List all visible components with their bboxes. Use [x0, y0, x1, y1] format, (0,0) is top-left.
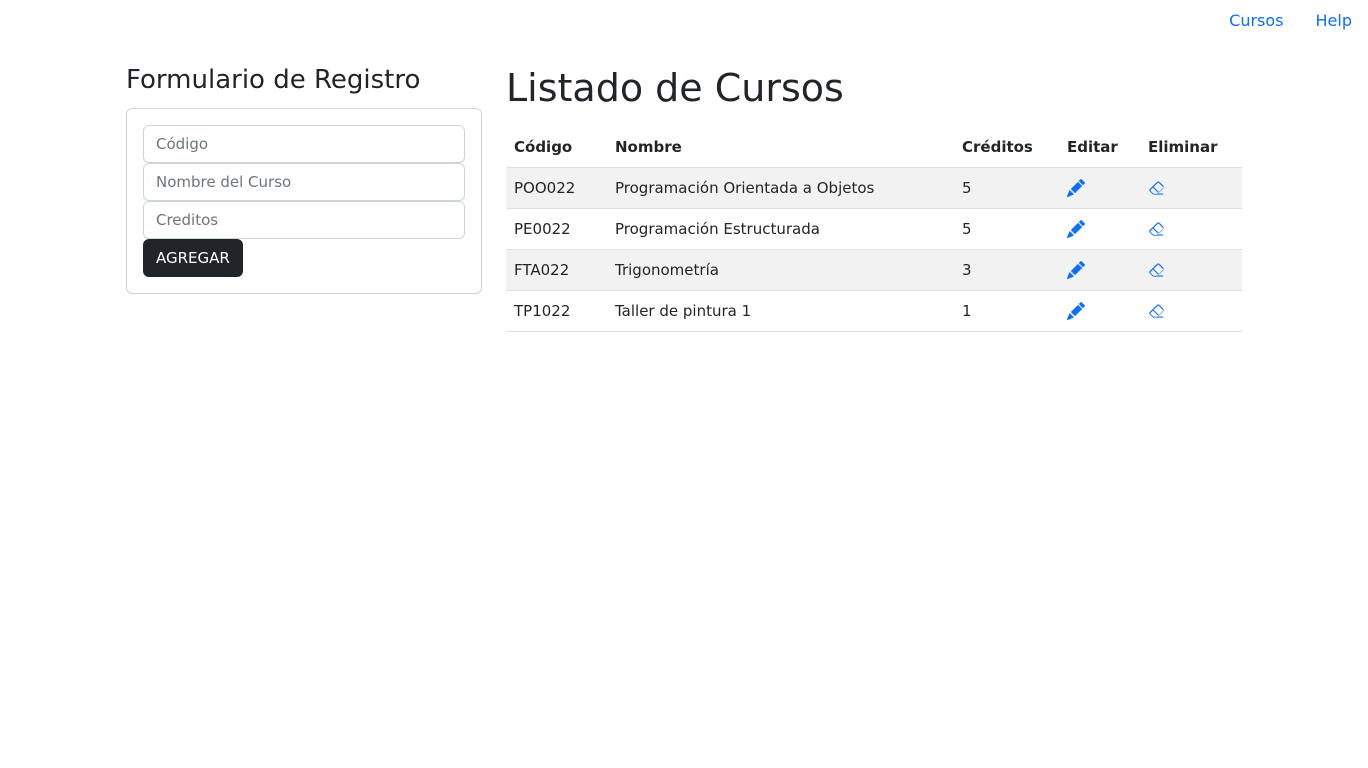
cell-creditos: 5	[954, 167, 1059, 209]
creditos-input[interactable]	[143, 201, 465, 239]
courses-list-section: Listado de Cursos Código Nombre Créditos…	[506, 62, 1242, 332]
cell-nombre: Taller de pintura 1	[607, 290, 954, 332]
pencil-icon[interactable]	[1067, 179, 1085, 198]
form-title: Formulario de Registro	[126, 65, 421, 95]
cell-codigo: TP1022	[506, 290, 607, 332]
header-editar: Editar	[1059, 127, 1140, 168]
nombre-curso-input[interactable]	[143, 163, 465, 201]
cell-editar	[1059, 290, 1140, 332]
codigo-input[interactable]	[143, 125, 465, 163]
list-title: Listado de Cursos	[506, 66, 844, 110]
cell-nombre: Programación Estructurada	[607, 208, 954, 250]
cell-codigo: PE0022	[506, 208, 607, 250]
header-codigo: Código	[506, 127, 607, 168]
form-card: AGREGAR	[126, 108, 482, 294]
cell-editar	[1059, 249, 1140, 291]
eraser-icon[interactable]	[1148, 179, 1166, 197]
eraser-icon[interactable]	[1148, 302, 1166, 320]
top-nav: Cursos Help	[1213, 0, 1368, 40]
eraser-icon[interactable]	[1148, 220, 1166, 238]
header-creditos: Créditos	[954, 127, 1059, 168]
courses-table: Código Nombre Créditos Editar Eliminar P…	[506, 127, 1242, 332]
cell-eliminar	[1140, 208, 1242, 250]
table-row: PE0022 Programación Estructurada 5	[506, 208, 1242, 250]
cell-eliminar	[1140, 249, 1242, 291]
pencil-icon[interactable]	[1067, 261, 1085, 280]
table-row: POO022 Programación Orientada a Objetos …	[506, 167, 1242, 209]
table-header-row: Código Nombre Créditos Editar Eliminar	[506, 127, 1242, 168]
cell-codigo: POO022	[506, 167, 607, 209]
table-row: TP1022 Taller de pintura 1 1	[506, 290, 1242, 332]
cell-editar	[1059, 167, 1140, 209]
cell-creditos: 1	[954, 290, 1059, 332]
cell-nombre: Trigonometría	[607, 249, 954, 291]
cell-nombre: Programación Orientada a Objetos	[607, 167, 954, 209]
agregar-button[interactable]: AGREGAR	[143, 239, 243, 277]
cell-eliminar	[1140, 290, 1242, 332]
cell-editar	[1059, 208, 1140, 250]
header-eliminar: Eliminar	[1140, 127, 1242, 168]
table-row: FTA022 Trigonometría 3	[506, 249, 1242, 291]
nav-link-cursos[interactable]: Cursos	[1229, 11, 1283, 30]
cell-codigo: FTA022	[506, 249, 607, 291]
cell-creditos: 5	[954, 208, 1059, 250]
pencil-icon[interactable]	[1067, 302, 1085, 321]
pencil-icon[interactable]	[1067, 220, 1085, 239]
cell-eliminar	[1140, 167, 1242, 209]
eraser-icon[interactable]	[1148, 261, 1166, 279]
registration-form-section: Formulario de Registro AGREGAR	[126, 62, 482, 294]
header-nombre: Nombre	[607, 127, 954, 168]
nav-link-help[interactable]: Help	[1316, 11, 1352, 30]
cell-creditos: 3	[954, 249, 1059, 291]
